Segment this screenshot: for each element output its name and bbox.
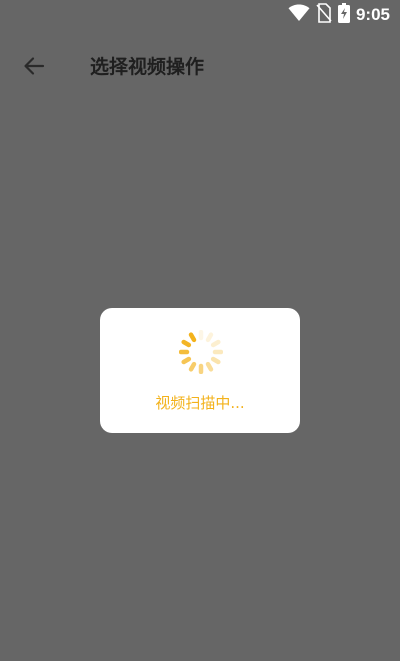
no-sim-icon (316, 3, 332, 27)
page-title: 选择视频操作 (90, 56, 205, 78)
arrow-left-icon (22, 54, 46, 82)
loading-message: 视频扫描中... (155, 394, 245, 412)
loading-dialog: 视频扫描中... (100, 308, 300, 433)
app-bar: 选择视频操作 (0, 40, 400, 94)
status-time: 9:05 (355, 5, 390, 24)
screen: 9:05 选择视频操作 视频扫描中... (0, 0, 400, 661)
battery-charging-icon (337, 3, 350, 27)
back-button[interactable] (14, 48, 54, 88)
status-icons: 9:05 (288, 3, 390, 27)
loading-spinner-icon (178, 329, 224, 375)
status-bar: 9:05 (0, 0, 400, 30)
wifi-icon (288, 4, 310, 26)
